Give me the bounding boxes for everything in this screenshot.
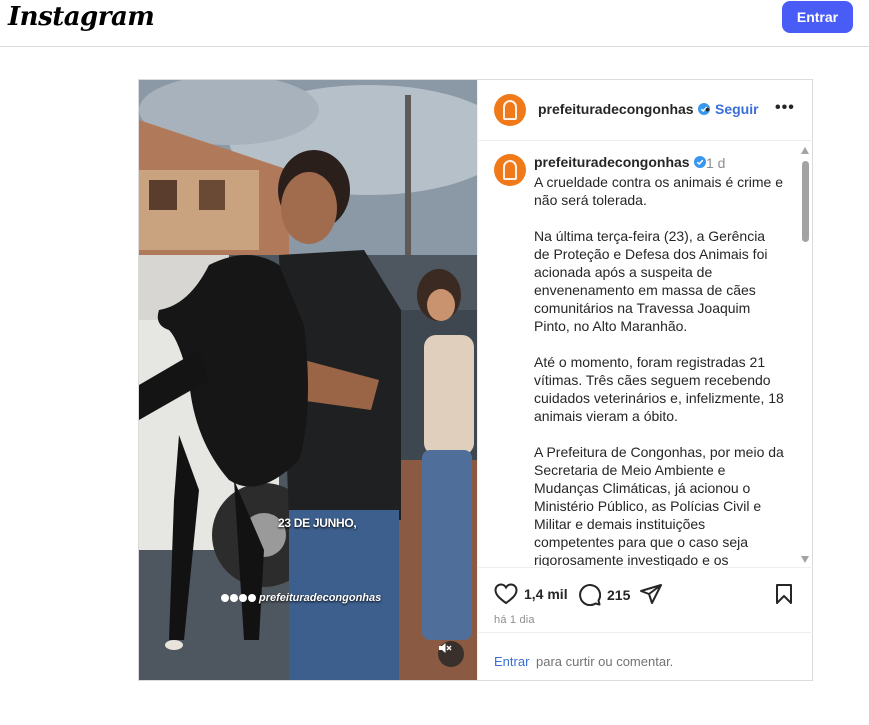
like-action[interactable]: 1,4 mil: [494, 583, 568, 605]
heart-icon[interactable]: [494, 583, 518, 605]
header-separator: •: [705, 101, 710, 117]
save-action[interactable]: [775, 583, 793, 605]
caption-author-username[interactable]: prefeituradecongonhas: [534, 154, 706, 170]
top-bar: Instagram Entrar: [0, 0, 869, 47]
caption-paragraph: Na última terça-feira (23), a Gerência d…: [534, 228, 768, 334]
author-avatar[interactable]: [494, 94, 526, 126]
caption-paragraph: A crueldade contra os animais é crime e …: [534, 174, 784, 208]
share-icon[interactable]: [639, 583, 663, 605]
caption-text: A crueldade contra os animais é crime e …: [534, 173, 784, 566]
caption-username-text[interactable]: prefeituradecongonhas: [534, 154, 690, 170]
author-username[interactable]: prefeituradecongonhas: [538, 101, 710, 117]
login-prompt: Entrar para curtir ou comentar.: [478, 632, 813, 680]
video-handle-text: prefeituradecongonhas: [259, 592, 382, 604]
mute-button[interactable]: [438, 641, 464, 667]
author-username-text[interactable]: prefeituradecongonhas: [538, 101, 694, 117]
post-header: prefeituradecongonhas • Seguir •••: [478, 80, 813, 141]
caption-paragraph: Até o momento, foram registradas 21 víti…: [534, 354, 784, 424]
login-button[interactable]: Entrar: [782, 1, 853, 33]
social-icons: [221, 594, 256, 602]
video-handle-overlay: prefeituradecongonhas: [221, 592, 381, 604]
login-link[interactable]: Entrar: [494, 654, 529, 669]
scroll-down-arrow-icon[interactable]: [801, 556, 809, 563]
share-action[interactable]: [639, 583, 663, 605]
scroll-up-arrow-icon[interactable]: [801, 147, 809, 154]
more-options-icon[interactable]: •••: [775, 99, 795, 117]
caption-scrollbar[interactable]: [800, 147, 811, 563]
caption-paragraph: A Prefeitura de Congonhas, por meio da S…: [534, 444, 784, 566]
scroll-thumb[interactable]: [802, 161, 809, 242]
post-side-panel: prefeituradecongonhas • Seguir ••• prefe…: [477, 80, 813, 680]
post-actions: 1,4 mil 215 há 1 dia: [478, 567, 813, 631]
bookmark-icon[interactable]: [775, 583, 793, 605]
post-card: 23 DE JUNHO, prefeituradecongonhas prefe…: [138, 79, 813, 681]
post-video[interactable]: 23 DE JUNHO, prefeituradecongonhas: [139, 80, 477, 680]
post-date[interactable]: há 1 dia: [494, 614, 535, 626]
like-count[interactable]: 1,4 mil: [524, 586, 568, 602]
verified-badge-icon: [693, 156, 706, 168]
follow-button[interactable]: Seguir: [715, 101, 759, 117]
comment-count[interactable]: 215: [607, 587, 630, 603]
caption-time[interactable]: 1 d: [706, 155, 725, 171]
speaker-muted-icon: [439, 643, 452, 653]
video-frame: [139, 80, 477, 680]
video-caption-overlay: 23 DE JUNHO,: [278, 516, 357, 530]
comment-action[interactable]: 215: [578, 583, 630, 606]
caption-author-avatar[interactable]: [494, 154, 526, 186]
comment-icon[interactable]: [578, 583, 601, 606]
login-prompt-text: para curtir ou comentar.: [536, 654, 674, 669]
caption-area[interactable]: prefeituradecongonhas 1 d A crueldade co…: [478, 142, 813, 566]
instagram-logo[interactable]: Instagram: [8, 2, 155, 32]
